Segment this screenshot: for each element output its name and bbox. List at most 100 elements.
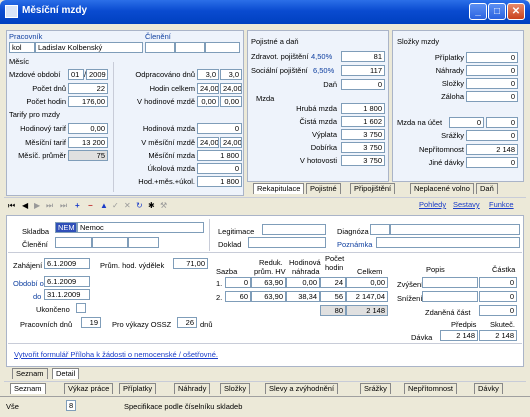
pocet-dnu-field[interactable]: 22 xyxy=(68,83,108,94)
tab-slevy[interactable]: Slevy a zvýhodnění xyxy=(265,383,339,394)
row1-reduk[interactable]: 63,90 xyxy=(251,277,286,288)
odpracovano-dnu-a[interactable]: 3,0 xyxy=(197,69,219,80)
next-record-icon[interactable]: ▶ xyxy=(34,201,40,211)
skladba-code-field[interactable]: NEM xyxy=(55,222,77,233)
row2-nahrada[interactable]: 38,34 xyxy=(286,291,320,302)
create-form-link[interactable]: Vytvořit formulář Příloha k žádosti o ne… xyxy=(14,350,218,359)
obdobi-mesic-field[interactable]: 01 xyxy=(68,69,84,80)
priplatky-field[interactable]: 0 xyxy=(466,52,518,63)
dobirka-field[interactable]: 3 750 xyxy=(341,142,385,153)
filter-icon[interactable]: ✱ xyxy=(148,201,155,211)
zvyseni-popis-field[interactable] xyxy=(422,277,478,288)
cleneni-field-1[interactable] xyxy=(145,42,175,53)
prev-record-icon[interactable]: ◀ xyxy=(22,201,28,211)
vyplata-field[interactable]: 3 750 xyxy=(341,129,385,140)
sestavy-link[interactable]: Sestavy xyxy=(453,200,480,209)
detail-cleneni-3[interactable] xyxy=(128,237,159,248)
tab-slozky[interactable]: Složky xyxy=(220,383,251,394)
funkce-link[interactable]: Funkce xyxy=(489,200,514,209)
row2-hodin[interactable]: 56 xyxy=(320,291,346,302)
obdobi-od-field[interactable]: 6.1.2009 xyxy=(44,276,90,287)
detail-cleneni-2[interactable] xyxy=(92,237,128,248)
skladba-name-field[interactable]: Nemoc xyxy=(77,222,204,233)
next-page-icon[interactable]: ⏭ xyxy=(46,201,53,211)
row1-sazba[interactable]: 0 xyxy=(225,277,251,288)
cleneni-field-3[interactable] xyxy=(205,42,240,53)
tools-icon[interactable]: ⚒ xyxy=(160,201,167,211)
tab-pripojisteni[interactable]: Připojištění xyxy=(350,183,396,194)
row1-nahrada[interactable]: 0,00 xyxy=(286,277,320,288)
obdobi-rok-field[interactable]: 2009 xyxy=(86,69,108,80)
last-record-icon[interactable]: ⏭ xyxy=(60,201,67,211)
snizeni-field[interactable]: 0 xyxy=(479,291,517,302)
cancel-icon[interactable]: ✕ xyxy=(124,201,131,211)
davka-skutec-field[interactable]: 2 148 xyxy=(479,330,517,341)
hodin-celkem-b[interactable]: 24,00 xyxy=(220,83,242,94)
doklad-field[interactable] xyxy=(248,237,326,248)
refresh-icon[interactable]: ↻ xyxy=(136,201,143,211)
row2-sazba[interactable]: 60 xyxy=(225,291,251,302)
pocet-hodin-field[interactable]: 176,00 xyxy=(68,96,108,107)
mzda-na-ucet-b[interactable]: 0 xyxy=(486,117,518,128)
hodin-celkem-a[interactable]: 24,00 xyxy=(197,83,219,94)
tab-srazky[interactable]: Srážky xyxy=(360,383,391,394)
minimize-button[interactable]: _ xyxy=(469,3,487,20)
tab-dan[interactable]: Daň xyxy=(476,183,498,194)
srazky-field[interactable]: 0 xyxy=(466,130,518,141)
tab-nepritomnost[interactable]: Nepřítomnost xyxy=(404,383,458,394)
ukonceno-checkbox[interactable] xyxy=(76,303,86,313)
tab-seznam[interactable]: Seznam xyxy=(10,383,46,394)
employee-name-field[interactable]: Ladislav Kolbenský xyxy=(35,42,143,53)
tab-seznam-view[interactable]: Seznam xyxy=(12,368,48,379)
obdobi-do-field[interactable]: 31.1.2009 xyxy=(44,289,90,300)
tab-detail-view[interactable]: Detail xyxy=(52,368,80,379)
dan-field[interactable]: 0 xyxy=(341,79,385,90)
employee-code-field[interactable]: kol xyxy=(9,42,35,53)
row2-reduk[interactable]: 63,90 xyxy=(251,291,286,302)
v-mesicni-mzde-b[interactable]: 24,00 xyxy=(220,137,242,148)
zahajeni-field[interactable]: 6.1.2009 xyxy=(44,258,90,269)
detail-cleneni-1[interactable] xyxy=(55,237,92,248)
diagnoza-name-field[interactable] xyxy=(390,224,520,235)
maximize-button[interactable]: □ xyxy=(488,3,506,20)
slozky-field[interactable]: 0 xyxy=(466,78,518,89)
edit-up-icon[interactable]: ▲ xyxy=(100,201,108,211)
pro-vykazy-field[interactable]: 26 xyxy=(177,317,197,328)
hruba-field[interactable]: 1 800 xyxy=(341,103,385,114)
cista-field[interactable]: 1 602 xyxy=(341,116,385,127)
pohledy-link[interactable]: Pohledy xyxy=(419,200,446,209)
ukolova-mzda-field[interactable]: 0 xyxy=(197,163,242,174)
zdrav-field[interactable]: 81 xyxy=(341,51,385,62)
tab-vykaz-prace[interactable]: Výkaz práce xyxy=(64,383,114,394)
davka-predpis-field[interactable]: 2 148 xyxy=(440,330,478,341)
pracovnich-dnu-field[interactable]: 19 xyxy=(81,317,101,328)
hodinova-mzda-field[interactable]: 0 xyxy=(197,123,242,134)
v-mesicni-mzde-a[interactable]: 24,00 xyxy=(197,137,219,148)
tab-rekapitulace[interactable]: Rekapitulace xyxy=(253,183,305,194)
row2-celkem[interactable]: 2 147,04 xyxy=(346,291,388,302)
legitimace-field[interactable] xyxy=(262,224,326,235)
diagnoza-code-field[interactable] xyxy=(370,224,390,235)
zdanena-field[interactable]: 0 xyxy=(479,305,517,316)
mesicni-mzda-field[interactable]: 1 800 xyxy=(197,150,242,161)
tab-neplacene-volno[interactable]: Neplacené volno xyxy=(410,183,474,194)
first-record-icon[interactable]: ⏮ xyxy=(8,201,15,211)
tab-priplatky[interactable]: Příplatky xyxy=(119,383,157,394)
v-hodinove-mzde-b[interactable]: 0,00 xyxy=(220,96,242,107)
snizeni-popis-field[interactable] xyxy=(422,291,478,302)
hodinovy-tarif-field[interactable]: 0,00 xyxy=(68,123,108,134)
mzda-na-ucet-a[interactable]: 0 xyxy=(449,117,484,128)
nahrady-field[interactable]: 0 xyxy=(466,65,518,76)
delete-icon[interactable]: − xyxy=(88,201,93,211)
tab-pojistne[interactable]: Pojistné xyxy=(306,183,341,194)
hotovosti-field[interactable]: 3 750 xyxy=(341,155,385,166)
zvyseni-field[interactable]: 0 xyxy=(479,277,517,288)
tab-nahrady[interactable]: Náhrady xyxy=(174,383,211,394)
confirm-icon[interactable]: ✓ xyxy=(112,201,119,211)
zaloha-field[interactable]: 0 xyxy=(466,91,518,102)
row1-celkem[interactable]: 0,00 xyxy=(346,277,388,288)
cleneni-field-2[interactable] xyxy=(175,42,205,53)
hod-mes-ukol-field[interactable]: 1 800 xyxy=(197,176,242,187)
row1-hodin[interactable]: 24 xyxy=(320,277,346,288)
v-hodinove-mzde-a[interactable]: 0,00 xyxy=(197,96,219,107)
